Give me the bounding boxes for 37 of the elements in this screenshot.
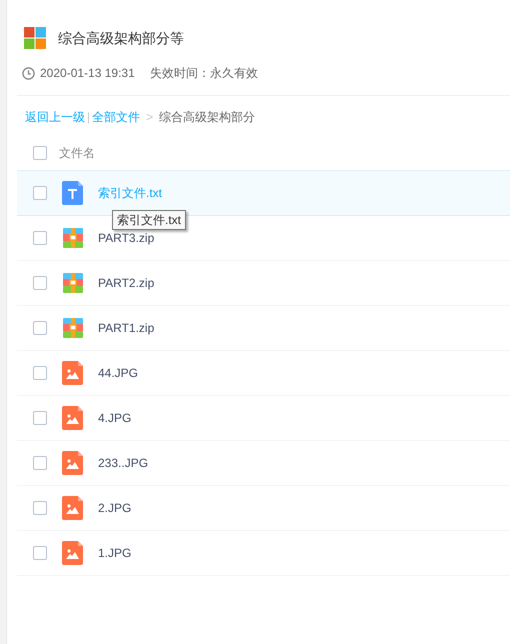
column-header: 文件名	[59, 145, 95, 162]
file-name[interactable]: PART1.zip	[98, 319, 154, 337]
file-name[interactable]: 4.JPG	[98, 409, 132, 427]
image-file-icon	[62, 496, 83, 520]
text-file-icon	[62, 181, 83, 205]
checkbox[interactable]	[33, 366, 47, 380]
file-name[interactable]: PART2.zip	[98, 274, 154, 292]
clock-icon	[22, 66, 35, 80]
current-folder: 综合高级架构部分	[159, 109, 256, 126]
checkbox[interactable]	[33, 546, 47, 560]
file-name[interactable]: 44.JPG	[98, 364, 138, 382]
image-file-icon	[62, 361, 83, 385]
checkbox[interactable]	[33, 186, 47, 200]
checkbox[interactable]	[33, 456, 47, 470]
archive-icon	[62, 228, 82, 248]
file-name[interactable]: 2.JPG	[98, 499, 132, 517]
file-name[interactable]: 1.JPG	[98, 544, 132, 562]
file-name[interactable]: PART3.zip	[98, 229, 154, 247]
logo-icon	[24, 27, 46, 49]
image-file-icon	[62, 451, 83, 475]
tooltip: 索引文件.txt	[112, 210, 186, 230]
checkbox[interactable]	[33, 501, 47, 515]
breadcrumb-separator: |	[87, 109, 90, 126]
image-file-icon	[62, 406, 83, 430]
expiry-text: 失效时间：永久有效	[150, 65, 258, 82]
share-date: 2020-01-13 19:31	[40, 65, 135, 82]
checkbox[interactable]	[33, 411, 47, 425]
checkbox[interactable]	[33, 321, 47, 335]
file-name[interactable]: 233..JPG	[98, 454, 148, 472]
archive-icon	[62, 273, 82, 293]
archive-icon	[62, 318, 82, 338]
breadcrumb-arrow: >	[146, 109, 154, 126]
share-title: 综合高级架构部分等	[58, 28, 184, 48]
checkbox[interactable]	[33, 276, 47, 290]
checkbox[interactable]	[33, 146, 47, 160]
image-file-icon	[62, 541, 83, 565]
checkbox[interactable]	[33, 231, 47, 245]
